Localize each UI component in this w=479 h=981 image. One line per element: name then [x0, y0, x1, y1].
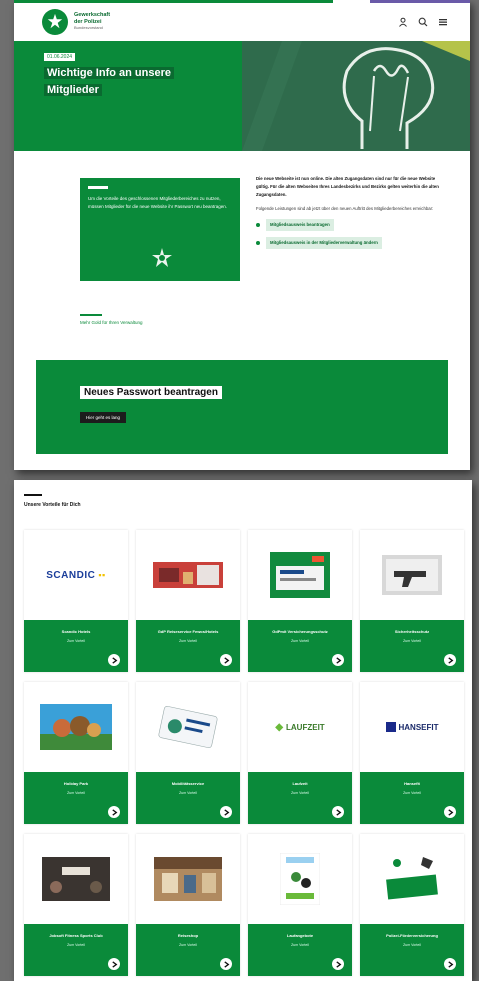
- arrow-right-icon[interactable]: [108, 654, 120, 666]
- gdp-logo[interactable]: [42, 9, 68, 35]
- arrow-right-icon[interactable]: [332, 806, 344, 818]
- info-link-2[interactable]: Mitgliedsausweis in der Mitgliederverwal…: [256, 237, 446, 249]
- arrow-right-icon[interactable]: [108, 958, 120, 970]
- card-image: [248, 530, 352, 620]
- arrow-right-icon[interactable]: [220, 958, 232, 970]
- org-name: Gewerkschaft der Polizei Bundesvorstand: [74, 12, 111, 31]
- runners-flyer-image: [280, 853, 320, 905]
- vorteil-card[interactable]: Holiday Park Zum Vorteil: [24, 682, 128, 824]
- vorteil-card[interactable]: GdPmit Versicherungsschutz Zum Vorteil: [248, 530, 352, 672]
- card-image: HANSEFIT: [360, 682, 464, 772]
- vorteil-card[interactable]: Reiseshop Zum Vorteil: [136, 834, 240, 976]
- vorteil-card[interactable]: Mobilitätsservice Zum Vorteil: [136, 682, 240, 824]
- arrow-right-icon[interactable]: [220, 806, 232, 818]
- arrow-right-icon[interactable]: [444, 958, 456, 970]
- hero-title: Wichtige Info an unsere Mitglieder: [44, 65, 224, 99]
- card-image: [24, 682, 128, 772]
- vorteile-title: Unsere Vorteile für Dich: [24, 502, 81, 508]
- password-title: Neues Passwort beantragen: [80, 386, 222, 399]
- vorteil-card[interactable]: Laufangebote Zum Vorteil: [248, 834, 352, 976]
- scandic-logo: SCANDIC ▪▪: [46, 569, 106, 581]
- insurance-card-image: [270, 552, 330, 598]
- arrow-right-icon[interactable]: [108, 806, 120, 818]
- hero-banner: 01.06.2024 Wichtige Info an unsere Mitgl…: [14, 41, 470, 151]
- card-image: [136, 834, 240, 924]
- mobility-card-image: [158, 705, 218, 749]
- user-icon[interactable]: [398, 17, 408, 27]
- travel-shop-image: [154, 857, 222, 901]
- info-link-1[interactable]: Mitgliedsausweis beantragen: [256, 219, 446, 231]
- arrow-right-icon[interactable]: [444, 806, 456, 818]
- menu-icon[interactable]: [438, 17, 448, 27]
- card-image: [360, 834, 464, 924]
- police-star-icon: [47, 13, 63, 29]
- insurance-promo-image: [383, 853, 441, 905]
- card-image: [136, 682, 240, 772]
- arrow-right-icon[interactable]: [444, 654, 456, 666]
- vorteil-card[interactable]: ◆ LAUFZEIT Laufzeit Zum Vorteil: [248, 682, 352, 824]
- password-banner: Neues Passwort beantragen Hier geht es l…: [36, 360, 448, 454]
- vorteil-card[interactable]: Sicherheitsschutz Zum Vorteil: [360, 530, 464, 672]
- arrow-right-icon[interactable]: [332, 958, 344, 970]
- vorteil-card[interactable]: HANSEFIT Hansefit Zum Vorteil: [360, 682, 464, 824]
- card-image: [136, 530, 240, 620]
- card-image: [360, 530, 464, 620]
- holiday-park-image: [40, 704, 112, 750]
- bullet-dot-icon: [256, 241, 260, 245]
- hansefit-logo: HANSEFIT: [385, 722, 439, 732]
- card-image: [24, 834, 128, 924]
- gun-photo-image: [382, 555, 442, 595]
- card-image: ◆ LAUFZEIT: [248, 682, 352, 772]
- vorteil-card[interactable]: GdP Reiseservice Fewos/Hotels Zum Vortei…: [136, 530, 240, 672]
- fitness-club-image: [42, 857, 110, 901]
- info-box-text: Um die Vorteile des geschlossenen Mitgli…: [88, 196, 227, 209]
- card-image: [248, 834, 352, 924]
- red-photo-image: [153, 562, 223, 588]
- laufzeit-logo: ◆ LAUFZEIT: [275, 721, 325, 733]
- info-text: Die neue Webseite ist nun online. Die al…: [256, 175, 446, 249]
- info-box-bar: [88, 186, 108, 189]
- vorteile-grid: SCANDIC ▪▪ Scandic Hotels Zum Vorteil Gd…: [24, 530, 464, 976]
- vorteil-card[interactable]: Jobsoft Fitness Sports Club Zum Vorteil: [24, 834, 128, 976]
- info-box: Um die Vorteile des geschlossenen Mitgli…: [80, 178, 240, 281]
- search-icon[interactable]: [418, 17, 428, 27]
- site-header: Gewerkschaft der Polizei Bundesvorstand: [14, 3, 470, 41]
- lightbulb-illustration: [242, 41, 470, 151]
- vorteil-card[interactable]: Polizei-Förderversicherung Zum Vorteil: [360, 834, 464, 976]
- card-image: SCANDIC ▪▪: [24, 530, 128, 620]
- police-star-icon: [152, 248, 172, 267]
- homepage-top-screenshot: Gewerkschaft der Polizei Bundesvorstand: [14, 0, 470, 470]
- section-divider: [24, 494, 42, 496]
- password-request-button[interactable]: Hier geht es lang: [80, 412, 127, 423]
- bullet-dot-icon: [256, 223, 260, 227]
- arrow-right-icon[interactable]: [220, 654, 232, 666]
- vorteil-card[interactable]: SCANDIC ▪▪ Scandic Hotels Zum Vorteil: [24, 530, 128, 672]
- arrow-right-icon[interactable]: [332, 654, 344, 666]
- help-link[interactable]: Mehr Gold für Ihren Verwaltung: [80, 320, 143, 325]
- vorteile-screenshot: Unsere Vorteile für Dich SCANDIC ▪▪ Scan…: [14, 480, 472, 981]
- hero-date: 01.06.2024: [44, 53, 76, 61]
- help-divider: [80, 314, 102, 316]
